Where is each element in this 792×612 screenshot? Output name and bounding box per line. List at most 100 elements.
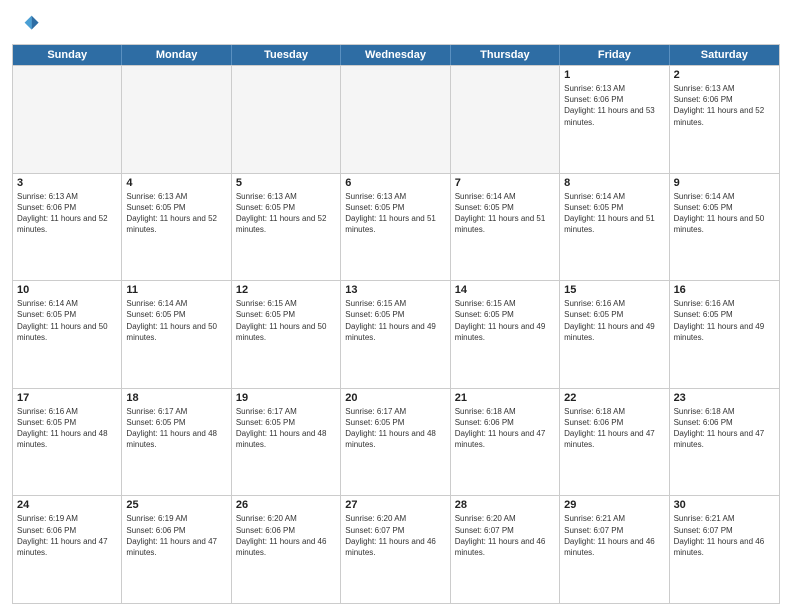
day-number: 30 <box>674 499 775 511</box>
calendar-week-2: 3 Sunrise: 6:13 AMSunset: 6:06 PMDaylight… <box>13 173 779 281</box>
day-number: 8 <box>564 177 664 189</box>
calendar-cell-empty <box>341 66 450 173</box>
calendar-header-tuesday: Tuesday <box>232 45 341 65</box>
day-number: 26 <box>236 499 336 511</box>
calendar-cell-22: 22 Sunrise: 6:18 AMSunset: 6:06 PMDayligh… <box>560 389 669 496</box>
day-info: Sunrise: 6:16 AMSunset: 6:05 PMDaylight:… <box>674 298 775 343</box>
day-info: Sunrise: 6:15 AMSunset: 6:05 PMDaylight:… <box>236 298 336 343</box>
logo <box>12 10 44 38</box>
day-info: Sunrise: 6:18 AMSunset: 6:06 PMDaylight:… <box>455 406 555 451</box>
day-info: Sunrise: 6:14 AMSunset: 6:05 PMDaylight:… <box>564 191 664 236</box>
calendar-cell-empty <box>13 66 122 173</box>
day-number: 5 <box>236 177 336 189</box>
calendar-week-5: 24Sunrise: 6:19 AMSunset: 6:06 PMDayligh… <box>13 495 779 603</box>
day-info: Sunrise: 6:15 AMSunset: 6:05 PMDaylight:… <box>455 298 555 343</box>
day-info: Sunrise: 6:13 AMSunset: 6:05 PMDaylight:… <box>345 191 445 236</box>
day-number: 3 <box>17 177 117 189</box>
day-info: Sunrise: 6:16 AMSunset: 6:05 PMDaylight:… <box>17 406 117 451</box>
calendar-body: 1 Sunrise: 6:13 AMSunset: 6:06 PMDaylight… <box>13 65 779 603</box>
day-number: 11 <box>126 284 226 296</box>
day-info: Sunrise: 6:16 AMSunset: 6:05 PMDaylight:… <box>564 298 664 343</box>
day-number: 18 <box>126 392 226 404</box>
day-info: Sunrise: 6:14 AMSunset: 6:05 PMDaylight:… <box>674 191 775 236</box>
calendar-cell-3: 3 Sunrise: 6:13 AMSunset: 6:06 PMDaylight… <box>13 174 122 281</box>
day-info: Sunrise: 6:20 AMSunset: 6:07 PMDaylight:… <box>345 513 445 558</box>
calendar-cell-13: 13 Sunrise: 6:15 AMSunset: 6:05 PMDayligh… <box>341 281 450 388</box>
calendar-cell-15: 15 Sunrise: 6:16 AMSunset: 6:05 PMDayligh… <box>560 281 669 388</box>
day-number: 27 <box>345 499 445 511</box>
day-info: Sunrise: 6:13 AMSunset: 6:05 PMDaylight:… <box>236 191 336 236</box>
day-number: 29 <box>564 499 664 511</box>
day-info: Sunrise: 6:13 AMSunset: 6:06 PMDaylight:… <box>564 83 664 128</box>
day-number: 1 <box>564 69 664 81</box>
calendar-cell-5: 5 Sunrise: 6:13 AMSunset: 6:05 PMDaylight… <box>232 174 341 281</box>
calendar-cell-18: 18 Sunrise: 6:17 AMSunset: 6:05 PMDayligh… <box>122 389 231 496</box>
day-number: 25 <box>126 499 226 511</box>
day-info: Sunrise: 6:14 AMSunset: 6:05 PMDaylight:… <box>455 191 555 236</box>
logo-icon <box>12 10 40 38</box>
calendar-cell-2: 2 Sunrise: 6:13 AMSunset: 6:06 PMDaylight… <box>670 66 779 173</box>
day-number: 20 <box>345 392 445 404</box>
day-info: Sunrise: 6:13 AMSunset: 6:06 PMDaylight:… <box>674 83 775 128</box>
day-number: 2 <box>674 69 775 81</box>
calendar-header-monday: Monday <box>122 45 231 65</box>
calendar-header-thursday: Thursday <box>451 45 560 65</box>
day-info: Sunrise: 6:13 AMSunset: 6:06 PMDaylight:… <box>17 191 117 236</box>
calendar-week-1: 1 Sunrise: 6:13 AMSunset: 6:06 PMDaylight… <box>13 65 779 173</box>
calendar-header-wednesday: Wednesday <box>341 45 450 65</box>
day-number: 21 <box>455 392 555 404</box>
calendar-cell-24: 24Sunrise: 6:19 AMSunset: 6:06 PMDayligh… <box>13 496 122 603</box>
calendar-cell-12: 12 Sunrise: 6:15 AMSunset: 6:05 PMDayligh… <box>232 281 341 388</box>
calendar-cell-19: 19 Sunrise: 6:17 AMSunset: 6:05 PMDayligh… <box>232 389 341 496</box>
header <box>12 10 780 38</box>
calendar-cell-6: 6 Sunrise: 6:13 AMSunset: 6:05 PMDaylight… <box>341 174 450 281</box>
calendar-cell-20: 20 Sunrise: 6:17 AMSunset: 6:05 PMDayligh… <box>341 389 450 496</box>
day-number: 12 <box>236 284 336 296</box>
calendar-cell-14: 14 Sunrise: 6:15 AMSunset: 6:05 PMDayligh… <box>451 281 560 388</box>
day-number: 19 <box>236 392 336 404</box>
calendar-cell-empty <box>451 66 560 173</box>
day-number: 13 <box>345 284 445 296</box>
calendar-header-friday: Friday <box>560 45 669 65</box>
calendar-cell-1: 1 Sunrise: 6:13 AMSunset: 6:06 PMDaylight… <box>560 66 669 173</box>
day-number: 23 <box>674 392 775 404</box>
page: SundayMondayTuesdayWednesdayThursdayFrid… <box>0 0 792 612</box>
day-info: Sunrise: 6:14 AMSunset: 6:05 PMDaylight:… <box>126 298 226 343</box>
calendar-cell-23: 23 Sunrise: 6:18 AMSunset: 6:06 PMDayligh… <box>670 389 779 496</box>
calendar-cell-empty <box>232 66 341 173</box>
calendar-cell-28: 28Sunrise: 6:20 AMSunset: 6:07 PMDayligh… <box>451 496 560 603</box>
day-number: 6 <box>345 177 445 189</box>
calendar-cell-16: 16 Sunrise: 6:16 AMSunset: 6:05 PMDayligh… <box>670 281 779 388</box>
calendar-cell-11: 11 Sunrise: 6:14 AMSunset: 6:05 PMDayligh… <box>122 281 231 388</box>
calendar-cell-30: 30Sunrise: 6:21 AMSunset: 6:07 PMDayligh… <box>670 496 779 603</box>
calendar: SundayMondayTuesdayWednesdayThursdayFrid… <box>12 44 780 604</box>
calendar-header-row: SundayMondayTuesdayWednesdayThursdayFrid… <box>13 45 779 65</box>
calendar-cell-7: 7 Sunrise: 6:14 AMSunset: 6:05 PMDaylight… <box>451 174 560 281</box>
day-number: 4 <box>126 177 226 189</box>
calendar-header-saturday: Saturday <box>670 45 779 65</box>
day-number: 14 <box>455 284 555 296</box>
day-number: 15 <box>564 284 664 296</box>
calendar-cell-26: 26 Sunrise: 6:20 AMSunset: 6:06 PMDayligh… <box>232 496 341 603</box>
day-info: Sunrise: 6:20 AMSunset: 6:06 PMDaylight:… <box>236 513 336 558</box>
calendar-cell-9: 9Sunrise: 6:14 AMSunset: 6:05 PMDaylight… <box>670 174 779 281</box>
day-info: Sunrise: 6:17 AMSunset: 6:05 PMDaylight:… <box>236 406 336 451</box>
day-info: Sunrise: 6:15 AMSunset: 6:05 PMDaylight:… <box>345 298 445 343</box>
calendar-week-3: 10Sunrise: 6:14 AMSunset: 6:05 PMDayligh… <box>13 280 779 388</box>
calendar-cell-4: 4Sunrise: 6:13 AMSunset: 6:05 PMDaylight… <box>122 174 231 281</box>
day-number: 28 <box>455 499 555 511</box>
calendar-cell-27: 27 Sunrise: 6:20 AMSunset: 6:07 PMDayligh… <box>341 496 450 603</box>
day-info: Sunrise: 6:18 AMSunset: 6:06 PMDaylight:… <box>564 406 664 451</box>
day-number: 22 <box>564 392 664 404</box>
day-number: 16 <box>674 284 775 296</box>
day-info: Sunrise: 6:17 AMSunset: 6:05 PMDaylight:… <box>126 406 226 451</box>
day-info: Sunrise: 6:19 AMSunset: 6:06 PMDaylight:… <box>126 513 226 558</box>
calendar-cell-empty <box>122 66 231 173</box>
calendar-week-4: 17Sunrise: 6:16 AMSunset: 6:05 PMDayligh… <box>13 388 779 496</box>
day-number: 7 <box>455 177 555 189</box>
day-info: Sunrise: 6:19 AMSunset: 6:06 PMDaylight:… <box>17 513 117 558</box>
day-info: Sunrise: 6:17 AMSunset: 6:05 PMDaylight:… <box>345 406 445 451</box>
calendar-header-sunday: Sunday <box>13 45 122 65</box>
calendar-cell-17: 17Sunrise: 6:16 AMSunset: 6:05 PMDayligh… <box>13 389 122 496</box>
day-info: Sunrise: 6:18 AMSunset: 6:06 PMDaylight:… <box>674 406 775 451</box>
